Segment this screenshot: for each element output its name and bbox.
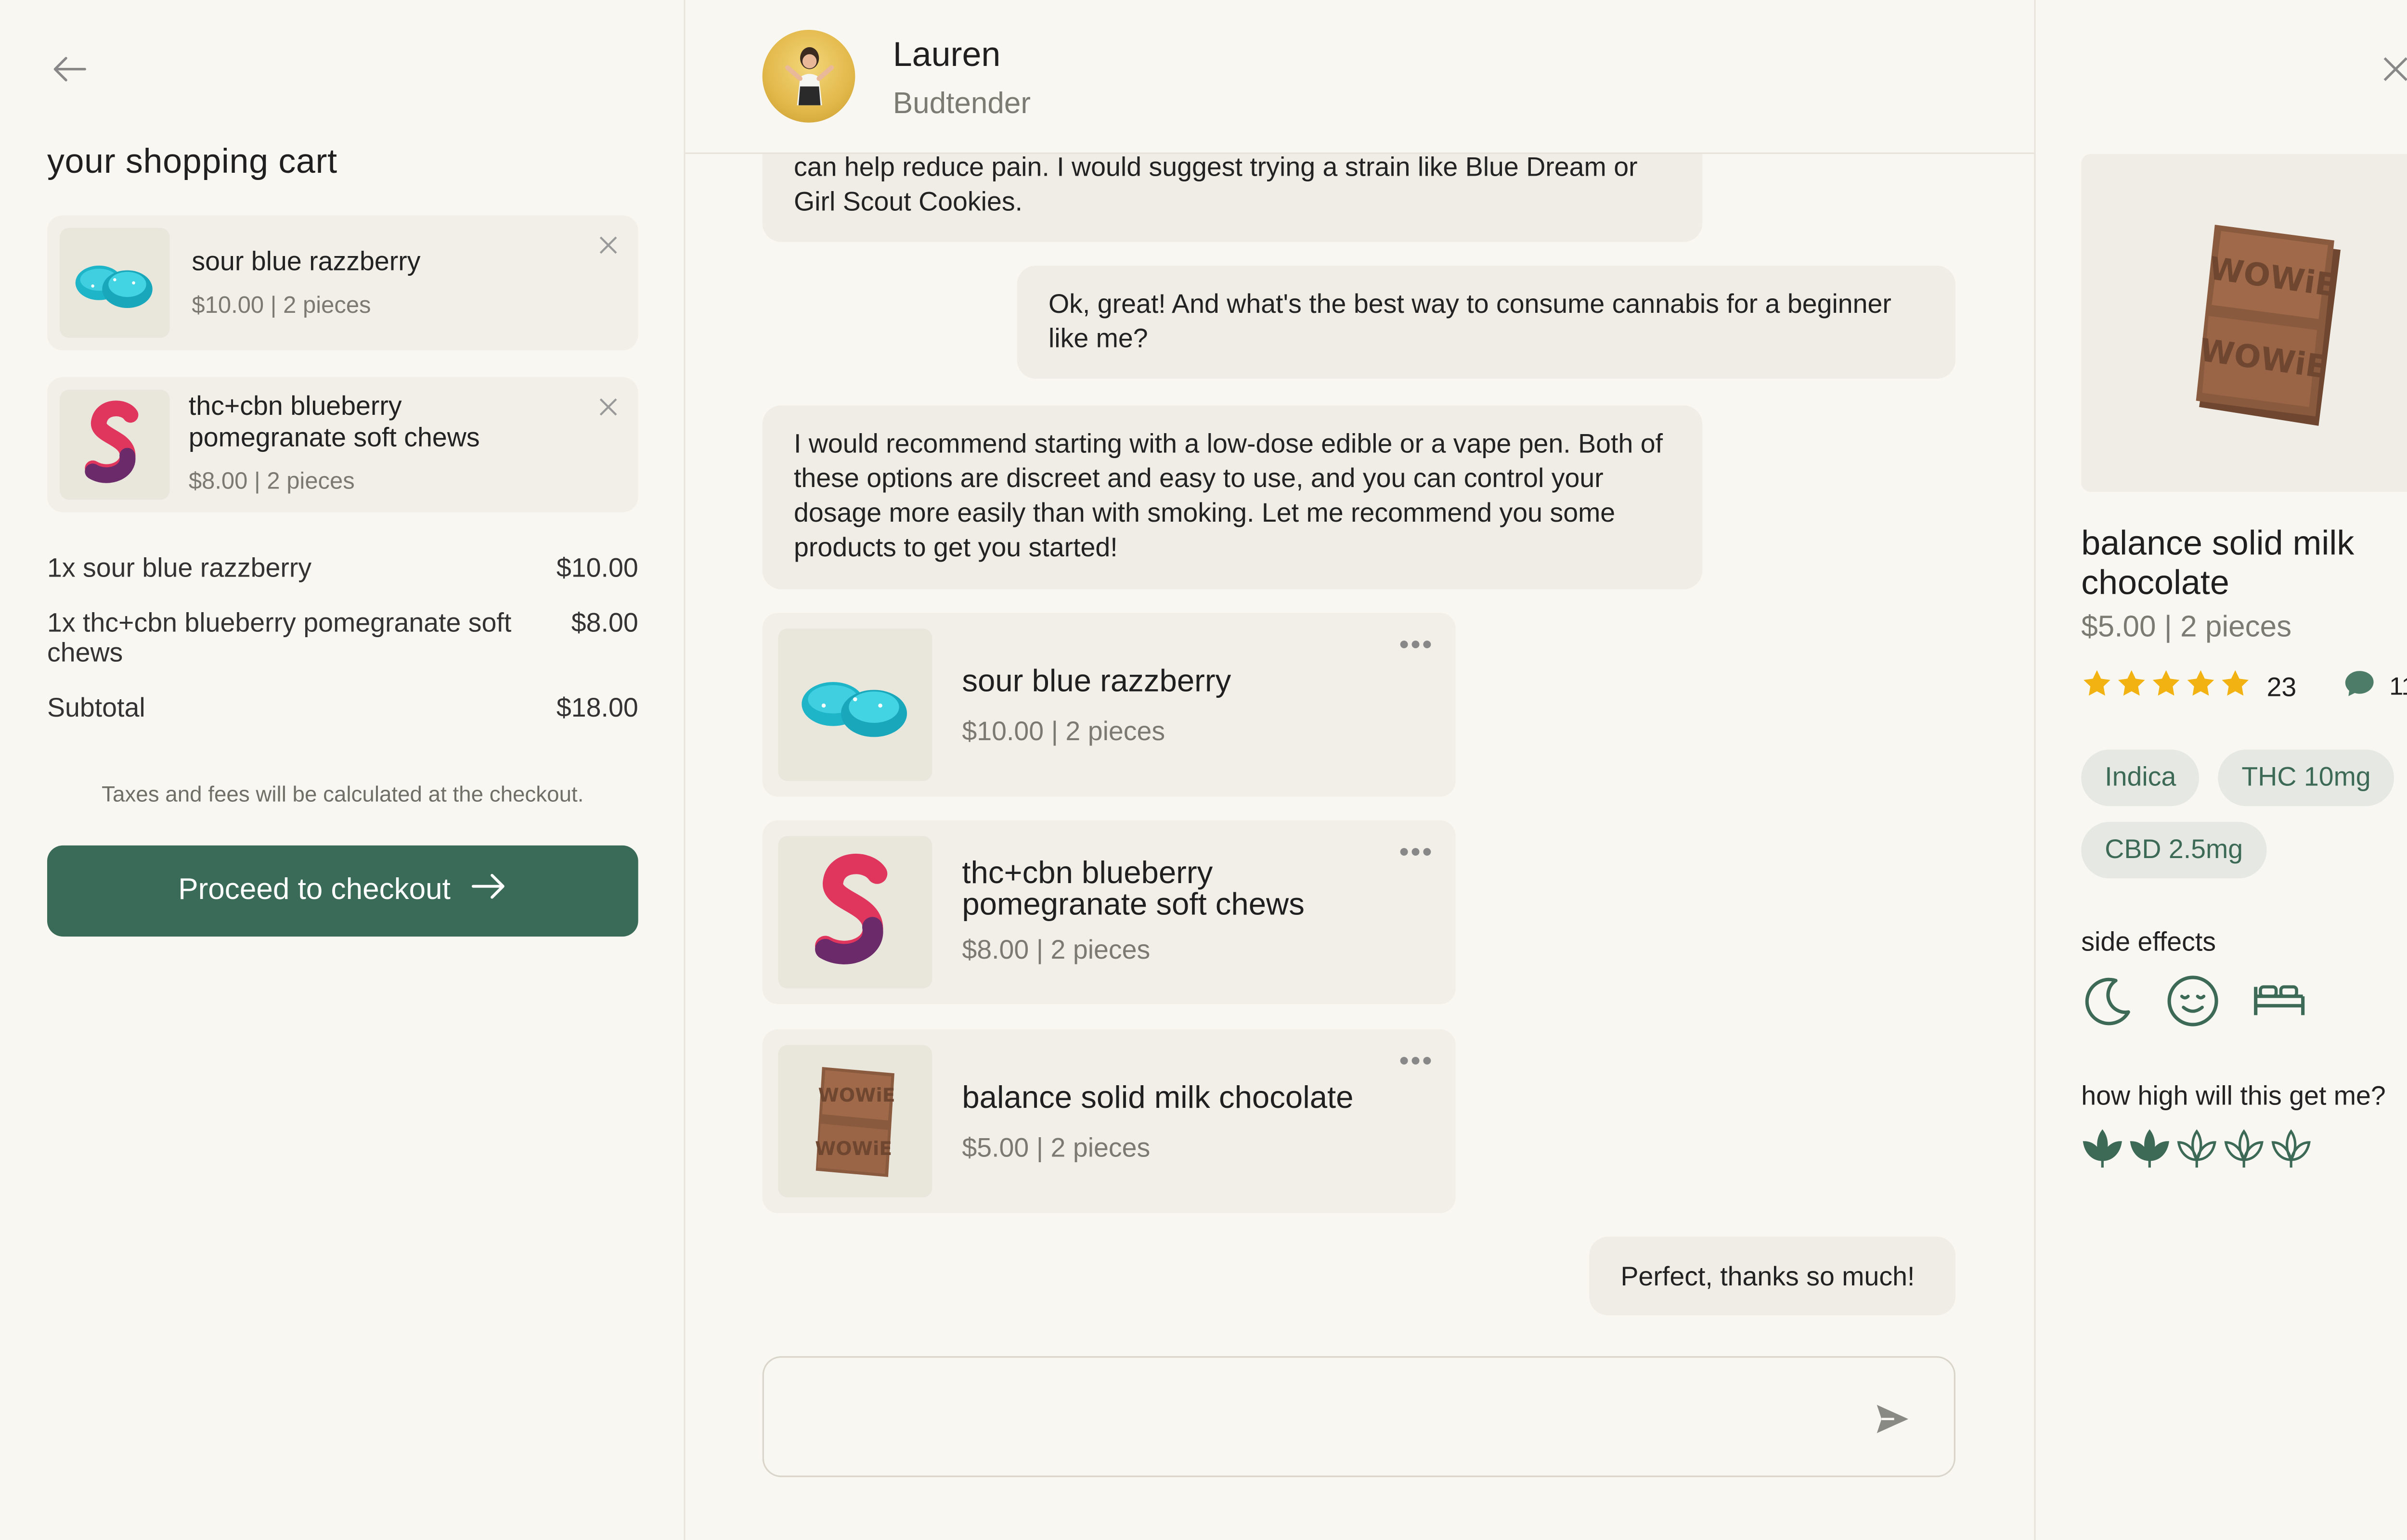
checkout-label: Proceed to checkout xyxy=(178,873,451,907)
more-options-icon[interactable]: ••• xyxy=(1399,836,1434,869)
proceed-to-checkout-button[interactable]: Proceed to checkout xyxy=(47,845,638,937)
agent-role: Budtender xyxy=(893,88,1031,121)
moon-icon xyxy=(2081,974,2135,1035)
leaf-filled-icon xyxy=(2081,1128,2123,1177)
rating: 23 xyxy=(2081,668,2296,707)
product-price: $5.00 | 2 pieces xyxy=(2081,611,2292,644)
star-rating xyxy=(2081,668,2251,707)
subtotal-row: Subtotal $18.00 xyxy=(47,693,638,728)
avatar xyxy=(762,30,855,123)
cart-item-name: sour blue razzberry xyxy=(192,246,421,277)
send-icon[interactable] xyxy=(1872,1399,1913,1439)
summary-value: $8.00 xyxy=(571,608,638,638)
tag-indica: Indica xyxy=(2081,749,2200,807)
product-name: sour blue razzberry xyxy=(962,665,1231,700)
gummy-thumbnail xyxy=(60,228,170,338)
cart-item[interactable]: thc+cbn blueberry pomegranate soft chews… xyxy=(47,377,638,513)
product-title: balance solid milk chocolate xyxy=(2081,523,2355,602)
comment-icon xyxy=(2344,669,2375,706)
high-level-meter xyxy=(2081,1128,2312,1177)
product-name: thc+cbn blueberry pomegranate soft chews xyxy=(962,856,1305,923)
back-arrow-icon[interactable] xyxy=(47,50,91,88)
product-price: $10.00 | 2 pieces xyxy=(962,716,1165,747)
arrow-right-icon xyxy=(469,871,507,911)
star-icon xyxy=(2185,668,2216,707)
tag-cbd: CBD 2.5mg xyxy=(2081,821,2267,879)
summary-row: 1x sour blue razzberry $10.00 xyxy=(47,553,638,588)
cart-item-price: $8.00 | 2 pieces xyxy=(188,468,355,495)
message-input[interactable] xyxy=(789,1386,1827,1449)
star-icon xyxy=(2150,668,2182,707)
comment-count: 11 xyxy=(2389,673,2407,700)
summary-label: 1x thc+cbn blueberry pomegranate soft ch… xyxy=(47,608,512,668)
remove-item-close-icon[interactable] xyxy=(597,234,620,257)
leaf-outline-icon xyxy=(2223,1128,2265,1177)
close-icon[interactable] xyxy=(2380,53,2407,85)
relaxed-face-icon xyxy=(2166,974,2220,1035)
chocolate-thumbnail: WOWiE WOWiE xyxy=(778,1045,932,1198)
brand-logo-text: WOWiE xyxy=(818,1084,895,1105)
chew-thumbnail xyxy=(778,836,932,988)
product-name: balance solid milk chocolate xyxy=(962,1081,1354,1116)
comments[interactable]: 11 xyxy=(2344,669,2407,706)
star-icon xyxy=(2220,668,2251,707)
product-card[interactable]: WOWiE WOWiE balance solid milk chocolate… xyxy=(762,1029,1456,1213)
star-icon xyxy=(2081,668,2112,707)
product-price: $5.00 | 2 pieces xyxy=(962,1133,1151,1163)
gummy-thumbnail xyxy=(778,629,932,781)
product-card[interactable]: thc+cbn blueberry pomegranate soft chews… xyxy=(762,820,1456,1004)
summary-value: $10.00 xyxy=(556,553,638,583)
product-hero-image: WOWiE WOWiE xyxy=(2081,154,2407,492)
agent-name: Lauren xyxy=(893,34,1001,74)
side-effects-icons xyxy=(2081,974,2307,1035)
leaf-outline-icon xyxy=(2175,1128,2218,1177)
tax-note: Taxes and fees will be calculated at the… xyxy=(102,781,584,807)
side-effects-label: side effects xyxy=(2081,927,2216,957)
cart-item-price: $10.00 | 2 pieces xyxy=(192,292,371,319)
cart-item[interactable]: sour blue razzberry $10.00 | 2 pieces xyxy=(47,215,638,351)
product-detail-panel: WOWiE WOWiE balance solid milk chocolate… xyxy=(2034,0,2407,1540)
subtotal-value: $18.00 xyxy=(556,693,638,723)
tag-thc: THC 10mg xyxy=(2218,749,2394,807)
app-root: your shopping cart sour blue razzberry $… xyxy=(0,0,2407,1540)
user-message: Ok, great! And what's the best way to co… xyxy=(1017,265,1956,379)
cart-title: your shopping cart xyxy=(47,141,337,181)
leaf-filled-icon xyxy=(2128,1128,2171,1177)
remove-item-close-icon[interactable] xyxy=(597,396,620,418)
summary-row: 1x thc+cbn blueberry pomegranate soft ch… xyxy=(47,608,638,671)
brand-logo-text: WOWiE xyxy=(815,1137,892,1159)
product-card[interactable]: sour blue razzberry $10.00 | 2 pieces ••… xyxy=(762,613,1456,797)
chew-thumbnail xyxy=(60,389,170,500)
more-options-icon[interactable]: ••• xyxy=(1399,1045,1434,1078)
star-icon xyxy=(2116,668,2147,707)
summary-label: 1x sour blue razzberry xyxy=(47,553,312,583)
high-level-label: how high will this get me? xyxy=(2081,1081,2386,1111)
cart-item-name: thc+cbn blueberry pomegranate soft chews xyxy=(188,391,480,453)
agent-message: I would recommend starting with a low-do… xyxy=(762,405,1703,590)
product-price: $8.00 | 2 pieces xyxy=(962,935,1151,965)
zoom-layer: your shopping cart sour blue razzberry $… xyxy=(0,0,2407,1540)
cart-panel: your shopping cart sour blue razzberry $… xyxy=(0,0,686,1540)
message-composer xyxy=(762,1356,1956,1477)
chat-panel: Lauren Budtender can help reduce pain. I… xyxy=(685,0,2034,1540)
more-options-icon[interactable]: ••• xyxy=(1399,629,1434,662)
subtotal-label: Subtotal xyxy=(47,693,145,723)
chat-header: Lauren Budtender xyxy=(685,0,2034,154)
rating-count: 23 xyxy=(2266,671,2297,702)
user-message: Perfect, thanks so much! xyxy=(1589,1236,1956,1316)
bed-icon xyxy=(2251,974,2308,1035)
leaf-outline-icon xyxy=(2270,1128,2312,1177)
